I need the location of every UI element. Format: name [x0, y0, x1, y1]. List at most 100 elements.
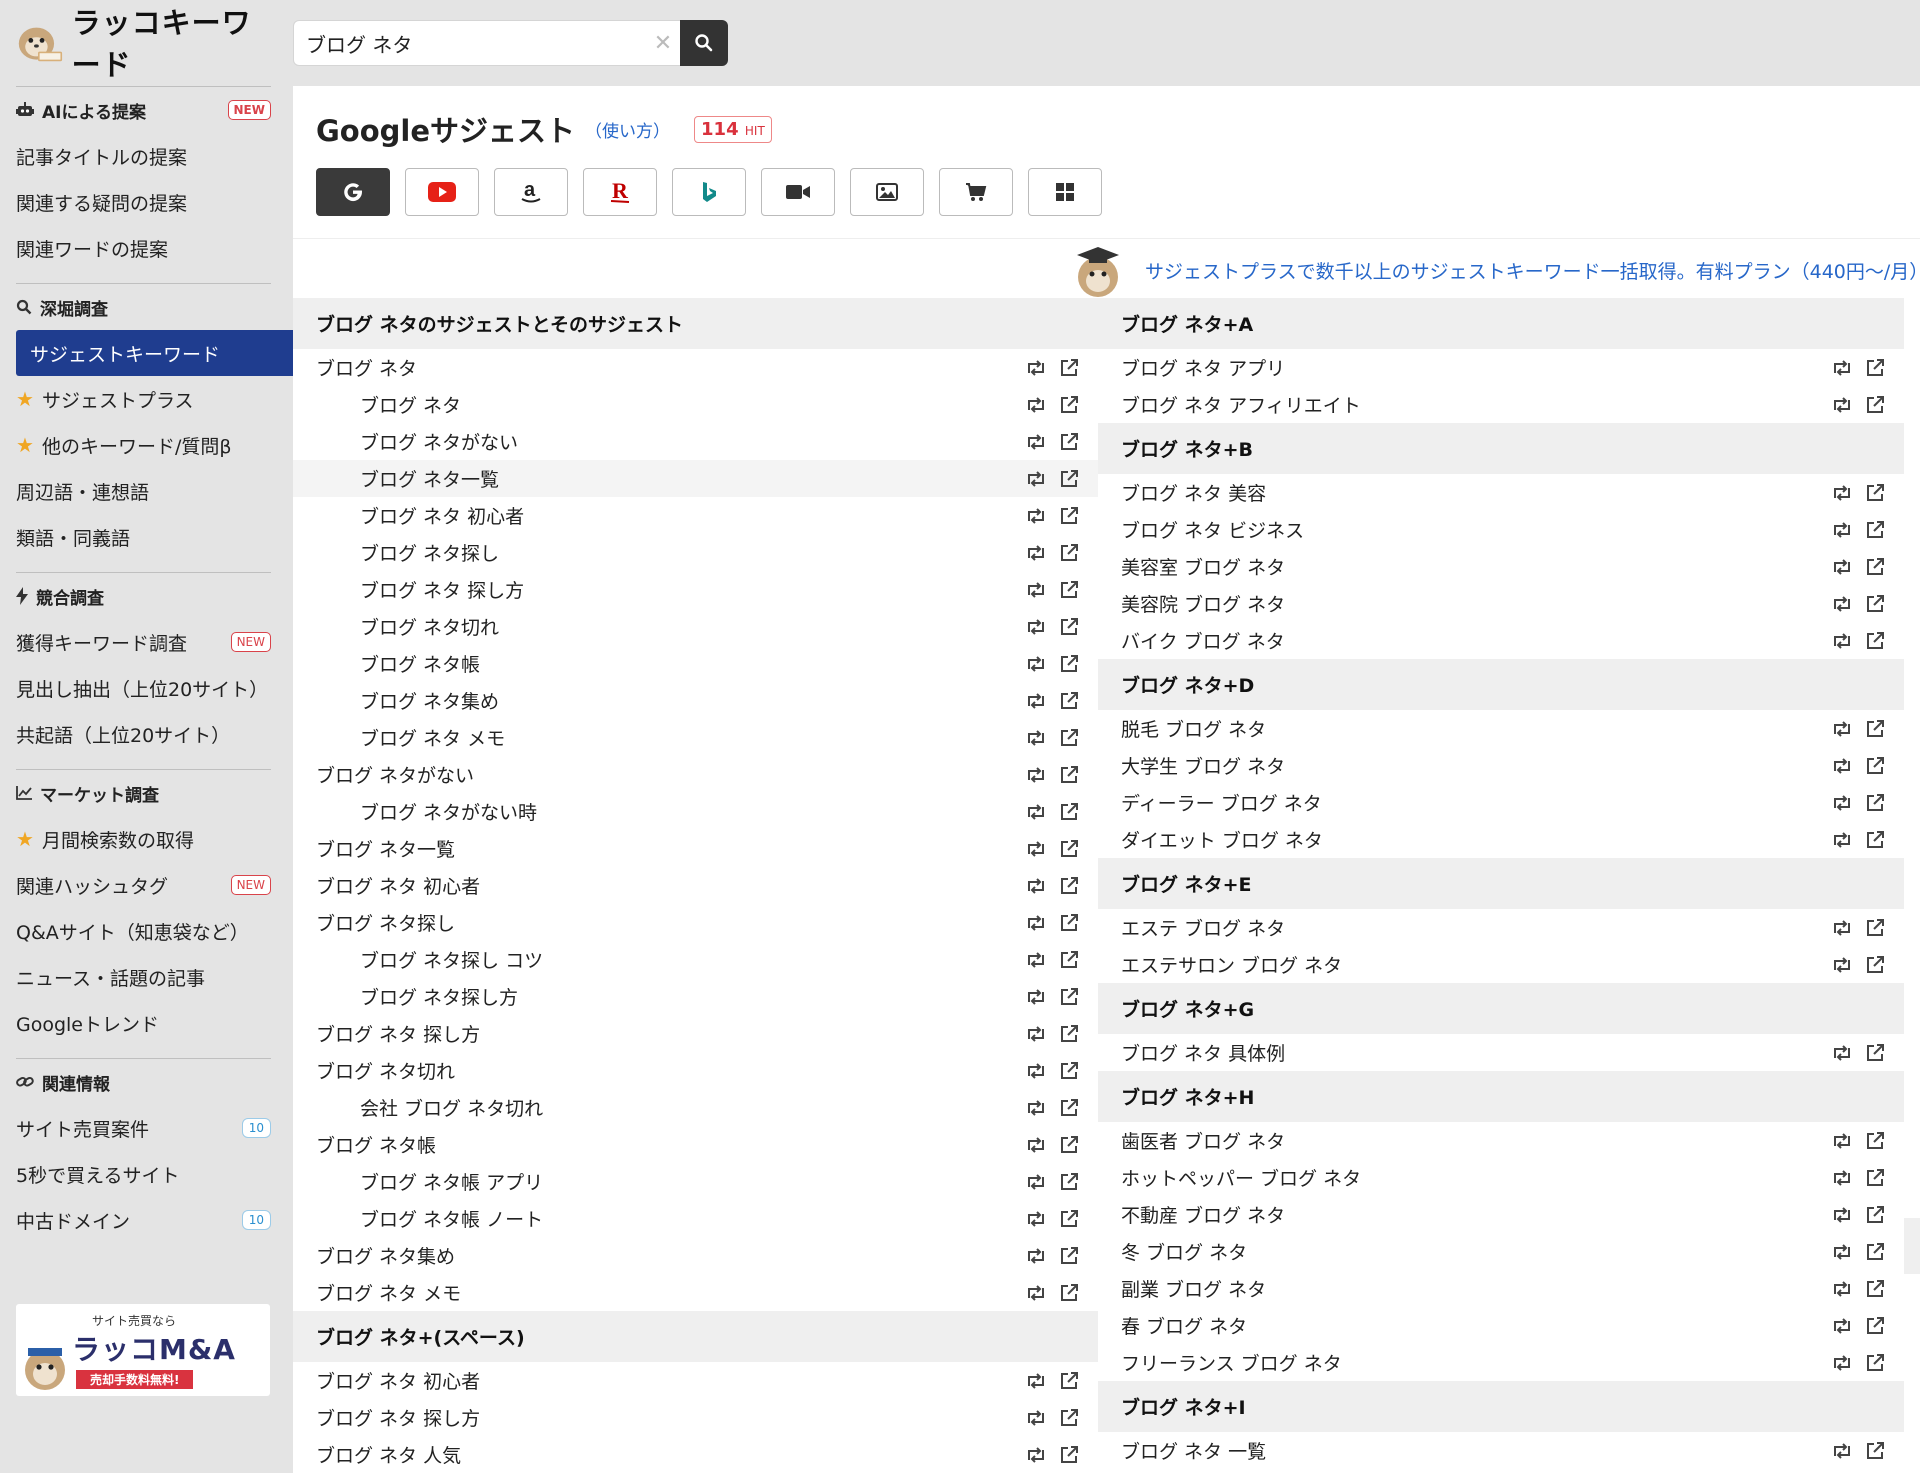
sidebar-item-acquired-keywords[interactable]: 獲得キーワード調査 NEW	[0, 619, 293, 665]
re-suggest-icon[interactable]	[1832, 956, 1852, 974]
sidebar-item-quick-buy-sites[interactable]: 5秒で買えるサイト	[0, 1151, 293, 1197]
keyword-row[interactable]: 春 ブログ ネタ	[1098, 1307, 1904, 1344]
keyword-row[interactable]: 不動産 ブログ ネタ	[1098, 1196, 1904, 1233]
external-link-icon[interactable]	[1866, 793, 1884, 812]
re-suggest-icon[interactable]	[1832, 595, 1852, 613]
re-suggest-icon[interactable]	[1026, 766, 1046, 784]
sidebar-item-headings-extract[interactable]: 見出し抽出（上位20サイト）	[0, 665, 293, 711]
keyword-row[interactable]: 冬 ブログ ネタ	[1098, 1233, 1904, 1270]
external-link-icon[interactable]	[1060, 1445, 1078, 1464]
external-link-icon[interactable]	[1866, 830, 1884, 849]
keyword-row[interactable]: ブログ ネタ探し	[293, 534, 1098, 571]
external-link-icon[interactable]	[1060, 1209, 1078, 1228]
re-suggest-icon[interactable]	[1026, 1284, 1046, 1302]
keyword-row[interactable]: 副業 ブログ ネタ	[1098, 1270, 1904, 1307]
re-suggest-icon[interactable]	[1832, 757, 1852, 775]
keyword-row[interactable]: ホットペッパー ブログ ネタ	[1098, 1159, 1904, 1196]
external-link-icon[interactable]	[1060, 432, 1078, 451]
re-suggest-icon[interactable]	[1832, 1354, 1852, 1372]
re-suggest-icon[interactable]	[1832, 1044, 1852, 1062]
external-link-icon[interactable]	[1060, 765, 1078, 784]
keyword-row[interactable]: ブログ ネタ帳	[293, 645, 1098, 682]
re-suggest-icon[interactable]	[1026, 803, 1046, 821]
re-suggest-icon[interactable]	[1832, 1280, 1852, 1298]
external-link-icon[interactable]	[1060, 802, 1078, 821]
re-suggest-icon[interactable]	[1832, 919, 1852, 937]
re-suggest-icon[interactable]	[1026, 1062, 1046, 1080]
re-suggest-icon[interactable]	[1026, 1210, 1046, 1228]
re-suggest-icon[interactable]	[1832, 359, 1852, 377]
external-link-icon[interactable]	[1866, 557, 1884, 576]
sidebar-item-google-trends[interactable]: Googleトレンド	[0, 1000, 293, 1046]
external-link-icon[interactable]	[1060, 506, 1078, 525]
sidebar-item-qa-sites[interactable]: Q&Aサイト（知恵袋など）	[0, 908, 293, 954]
re-suggest-icon[interactable]	[1832, 1243, 1852, 1261]
external-link-icon[interactable]	[1060, 358, 1078, 377]
re-suggest-icon[interactable]	[1832, 484, 1852, 502]
engine-tab-rakuten[interactable]: R	[583, 168, 657, 216]
re-suggest-icon[interactable]	[1026, 359, 1046, 377]
re-suggest-icon[interactable]	[1832, 1132, 1852, 1150]
keyword-row[interactable]: ブログ ネタがない	[293, 423, 1098, 460]
external-link-icon[interactable]	[1060, 395, 1078, 414]
re-suggest-icon[interactable]	[1832, 1206, 1852, 1224]
keyword-row[interactable]: ブログ ネタがない時	[293, 793, 1098, 830]
re-suggest-icon[interactable]	[1026, 433, 1046, 451]
external-link-icon[interactable]	[1060, 1098, 1078, 1117]
re-suggest-icon[interactable]	[1026, 544, 1046, 562]
scrollbar-thumb[interactable]	[1904, 1218, 1920, 1274]
sidebar-item-monthly-volume[interactable]: ★ 月間検索数の取得	[0, 816, 293, 862]
keyword-row[interactable]: 美容院 ブログ ネタ	[1098, 585, 1904, 622]
re-suggest-icon[interactable]	[1026, 914, 1046, 932]
sidebar-item-used-domains[interactable]: 中古ドメイン 10	[0, 1197, 293, 1243]
keyword-row[interactable]: ブログ ネタ一覧	[293, 830, 1098, 867]
engine-tab-bing[interactable]	[672, 168, 746, 216]
logo[interactable]: ラッコキーワード	[14, 6, 264, 82]
re-suggest-icon[interactable]	[1832, 521, 1852, 539]
engine-tab-amazon[interactable]: a	[494, 168, 568, 216]
re-suggest-icon[interactable]	[1832, 794, 1852, 812]
howto-link[interactable]: （使い方）	[585, 117, 670, 142]
external-link-icon[interactable]	[1866, 1242, 1884, 1261]
external-link-icon[interactable]	[1866, 1353, 1884, 1372]
sidebar-item-other-keywords[interactable]: ★ 他のキーワード/質問β	[0, 422, 293, 468]
keyword-row[interactable]: ブログ ネタ探し方	[293, 978, 1098, 1015]
keyword-row[interactable]: ブログ ネタ 探し方	[293, 1399, 1098, 1436]
external-link-icon[interactable]	[1866, 1205, 1884, 1224]
re-suggest-icon[interactable]	[1832, 396, 1852, 414]
external-link-icon[interactable]	[1866, 594, 1884, 613]
sidebar-item-hashtags[interactable]: 関連ハッシュタグ NEW	[0, 862, 293, 908]
keyword-row[interactable]: ブログ ネタ帳	[293, 1126, 1098, 1163]
sidebar-item-title-suggest[interactable]: 記事タイトルの提案	[0, 133, 293, 179]
keyword-row[interactable]: ブログ ネタ	[293, 349, 1098, 386]
keyword-row[interactable]: 歯医者 ブログ ネタ	[1098, 1122, 1904, 1159]
re-suggest-icon[interactable]	[1026, 618, 1046, 636]
re-suggest-icon[interactable]	[1026, 1173, 1046, 1191]
re-suggest-icon[interactable]	[1026, 877, 1046, 895]
re-suggest-icon[interactable]	[1026, 396, 1046, 414]
external-link-icon[interactable]	[1060, 1246, 1078, 1265]
keyword-row[interactable]: ブログ ネタ 美容	[1098, 474, 1904, 511]
external-link-icon[interactable]	[1060, 950, 1078, 969]
external-link-icon[interactable]	[1060, 1024, 1078, 1043]
keyword-row[interactable]: 会社 ブログ ネタ切れ	[293, 1089, 1098, 1126]
keyword-row[interactable]: ブログ ネタ 人気	[293, 1436, 1098, 1473]
re-suggest-icon[interactable]	[1026, 1136, 1046, 1154]
re-suggest-icon[interactable]	[1026, 988, 1046, 1006]
external-link-icon[interactable]	[1866, 1131, 1884, 1150]
external-link-icon[interactable]	[1060, 1061, 1078, 1080]
external-link-icon[interactable]	[1866, 483, 1884, 502]
suggest-plus-promo-link[interactable]: サジェストプラスで数千以上のサジェストキーワード一括取得。有料プラン（440円〜…	[1145, 257, 1920, 284]
search-button[interactable]	[680, 20, 728, 66]
external-link-icon[interactable]	[1060, 543, 1078, 562]
keyword-row[interactable]: 脱毛 ブログ ネタ	[1098, 710, 1904, 747]
re-suggest-icon[interactable]	[1026, 581, 1046, 599]
re-suggest-icon[interactable]	[1832, 632, 1852, 650]
keyword-row[interactable]: ブログ ネタがない	[293, 756, 1098, 793]
re-suggest-icon[interactable]	[1026, 1372, 1046, 1390]
external-link-icon[interactable]	[1060, 1371, 1078, 1390]
sidebar-item-question-suggest[interactable]: 関連する疑問の提案	[0, 179, 293, 225]
engine-tab-youtube[interactable]	[405, 168, 479, 216]
external-link-icon[interactable]	[1866, 1168, 1884, 1187]
external-link-icon[interactable]	[1866, 1279, 1884, 1298]
